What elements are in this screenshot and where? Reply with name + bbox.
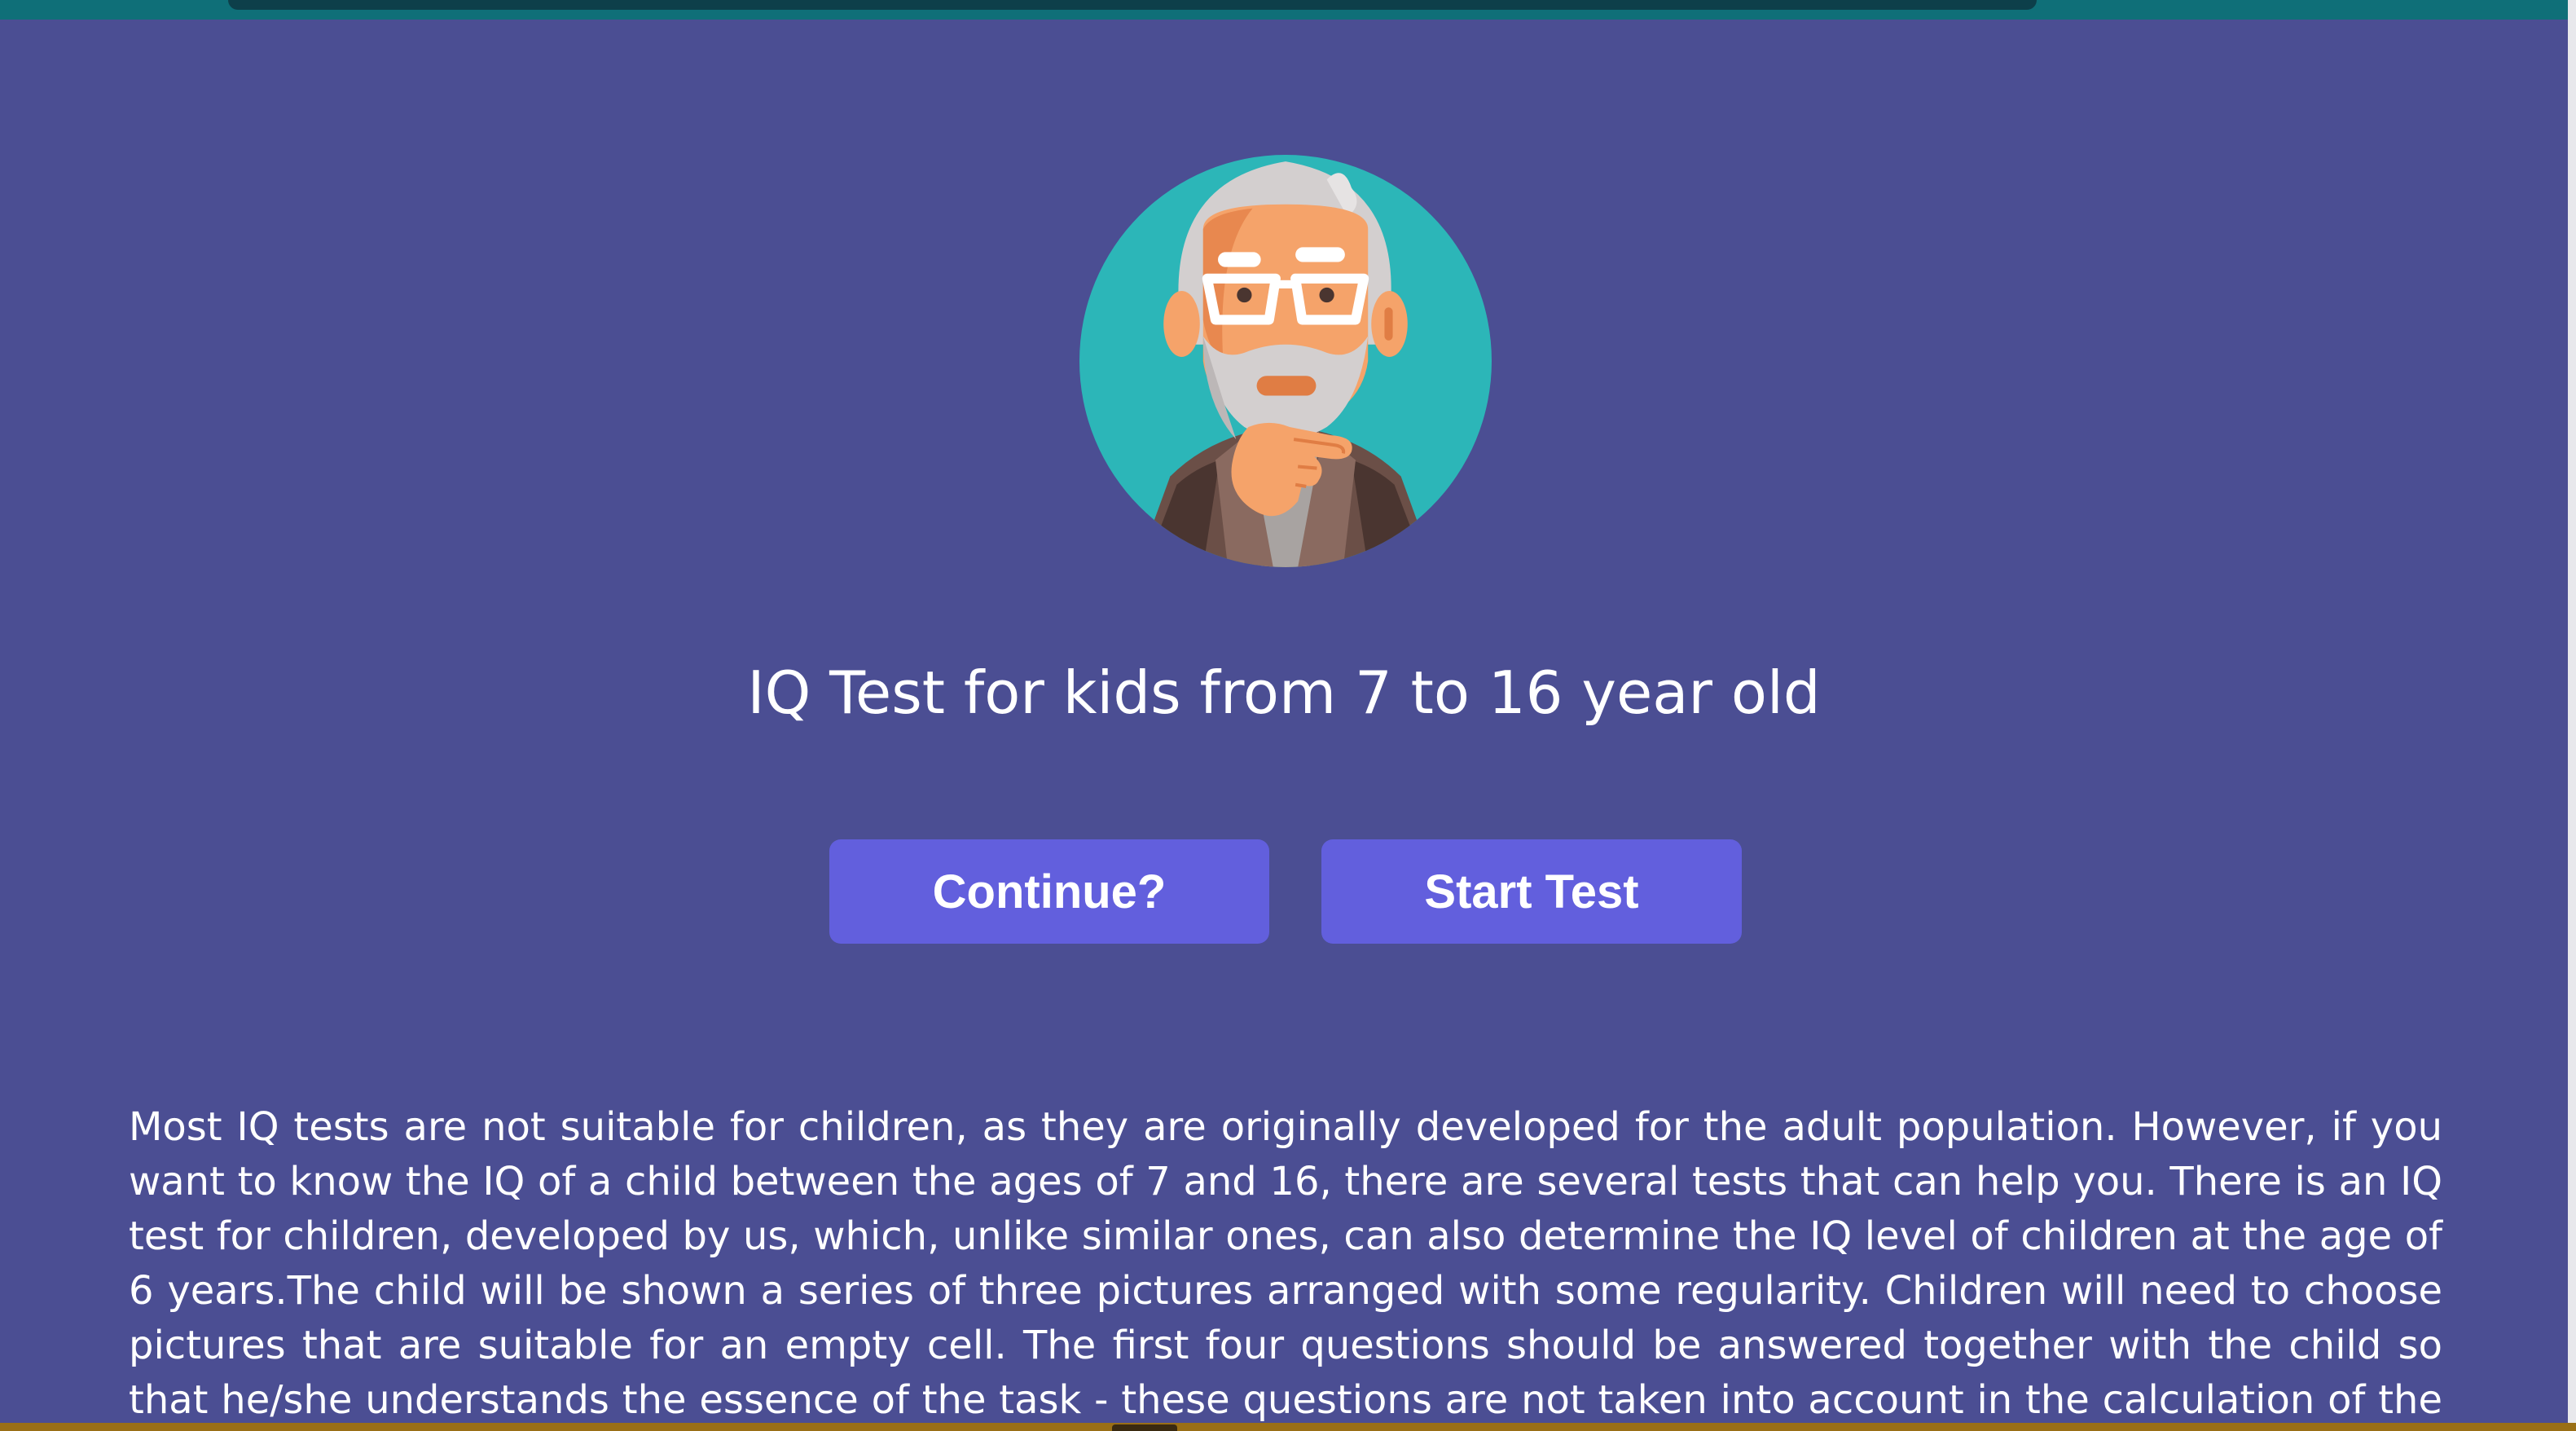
continue-button[interactable]: Continue? xyxy=(829,839,1269,944)
start-test-button[interactable]: Start Test xyxy=(1321,839,1742,944)
page-title: IQ Test for kids from 7 to 16 year old xyxy=(747,658,1821,727)
scrollbar[interactable] xyxy=(2568,0,2576,1431)
description-text: Most IQ tests are not suitable for child… xyxy=(129,1104,2442,1423)
thinking-old-man-avatar-icon xyxy=(1079,155,1492,567)
browser-top-bar xyxy=(0,0,2576,20)
address-bar xyxy=(228,0,2037,10)
